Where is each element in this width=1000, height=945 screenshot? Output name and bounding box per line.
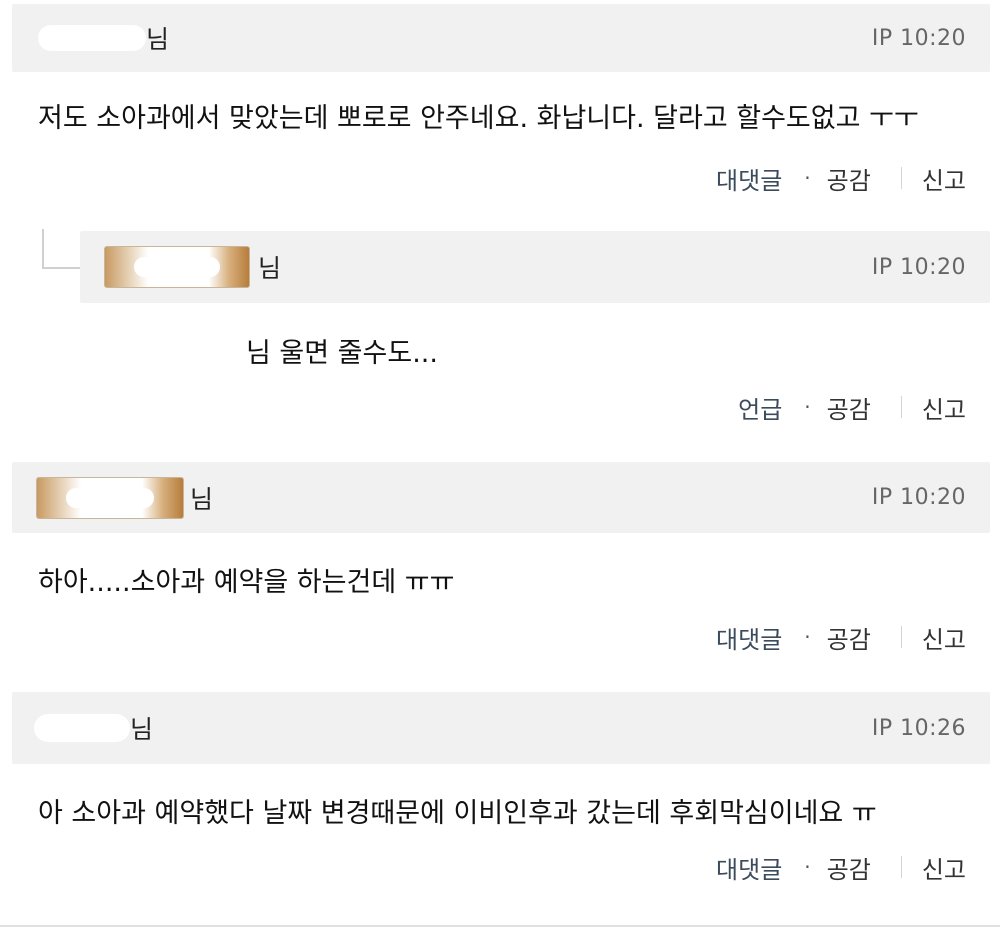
comment-text-content: 님 울면 줄수도...: [246, 338, 438, 369]
comment-header: 님 IP 10:20: [12, 4, 990, 72]
like-button[interactable]: 공감: [827, 390, 871, 425]
mention-button[interactable]: 언급: [738, 390, 782, 425]
reply-button[interactable]: 대댓글: [716, 850, 782, 885]
dot-separator: ·: [804, 166, 811, 190]
redacted-mention: [106, 335, 246, 366]
divider: [900, 396, 902, 418]
redacted-author-name: [38, 25, 146, 51]
comment-4: 님 IP 10:26 아 소아과 예약했다 날짜 변경때문에 이비인후과 갔는데…: [0, 675, 1000, 945]
comment-header: 님 IP 10:20: [12, 462, 990, 533]
reply-button[interactable]: 대댓글: [716, 620, 782, 655]
author-suffix: 님: [258, 254, 282, 283]
reply-button[interactable]: 대댓글: [716, 161, 782, 196]
dot-separator: ·: [804, 395, 811, 419]
report-button[interactable]: 신고: [922, 850, 966, 885]
comment-actions: 대댓글 · 공감 신고: [716, 849, 966, 885]
comment-1: 님 IP 10:20 저도 소아과에서 맞았는데 뽀로로 안주네요. 화납니다.…: [0, 0, 1000, 215]
divider: [900, 626, 902, 648]
comment-header: 님 IP 10:20: [80, 231, 990, 303]
author[interactable]: 님: [38, 4, 169, 72]
like-button[interactable]: 공감: [827, 850, 871, 885]
report-button[interactable]: 신고: [922, 161, 966, 196]
comment-actions: 언급 · 공감 신고: [738, 389, 966, 425]
dot-separator: ·: [804, 855, 811, 879]
report-button[interactable]: 신고: [922, 620, 966, 655]
comment-text: 아 소아과 예약했다 날짜 변경때문에 이비인후과 갔는데 후회막심이네요 ㅠ: [38, 798, 877, 829]
report-button[interactable]: 신고: [922, 390, 966, 425]
comment-actions: 대댓글 · 공감 신고: [716, 619, 966, 655]
author-suffix: 님: [130, 715, 154, 744]
comment-text: 하아.....소아과 예약을 하는건데 ㅠㅠ: [38, 567, 455, 598]
comment-meta: IP 10:20: [871, 485, 966, 510]
comment-actions: 대댓글 · 공감 신고: [716, 160, 966, 196]
redacted-author-image: [36, 476, 184, 519]
author[interactable]: 님: [34, 692, 153, 764]
author-suffix: 님: [190, 484, 214, 514]
comment-header: 님 IP 10:26: [12, 692, 990, 764]
comment-text: 님 울면 줄수도...: [106, 331, 438, 370]
comment-meta: IP 10:20: [871, 254, 966, 280]
author-suffix: 님: [146, 25, 170, 54]
comment-3: 님 IP 10:20 하아.....소아과 예약을 하는건데 ㅠㅠ 대댓글 · …: [0, 445, 1000, 675]
dot-separator: ·: [804, 625, 811, 649]
comment-text: 저도 소아과에서 맞았는데 뽀로로 안주네요. 화납니다. 달라고 할수도없고 …: [38, 103, 919, 134]
divider: [900, 167, 902, 189]
reply-connector: [42, 229, 82, 269]
author[interactable]: 님: [36, 462, 213, 533]
divider: [900, 856, 902, 878]
author[interactable]: 님: [104, 231, 281, 303]
redacted-author-image: [104, 246, 250, 288]
comment-meta: IP 10:20: [871, 25, 966, 51]
comment-meta: IP 10:26: [871, 715, 966, 741]
like-button[interactable]: 공감: [827, 620, 871, 655]
redacted-author-name: [34, 714, 130, 742]
bottom-divider: [0, 925, 1000, 927]
like-button[interactable]: 공감: [827, 161, 871, 196]
comment-2-reply: 님 IP 10:20 님 울면 줄수도... 언급 · 공감 신고: [0, 215, 1000, 445]
